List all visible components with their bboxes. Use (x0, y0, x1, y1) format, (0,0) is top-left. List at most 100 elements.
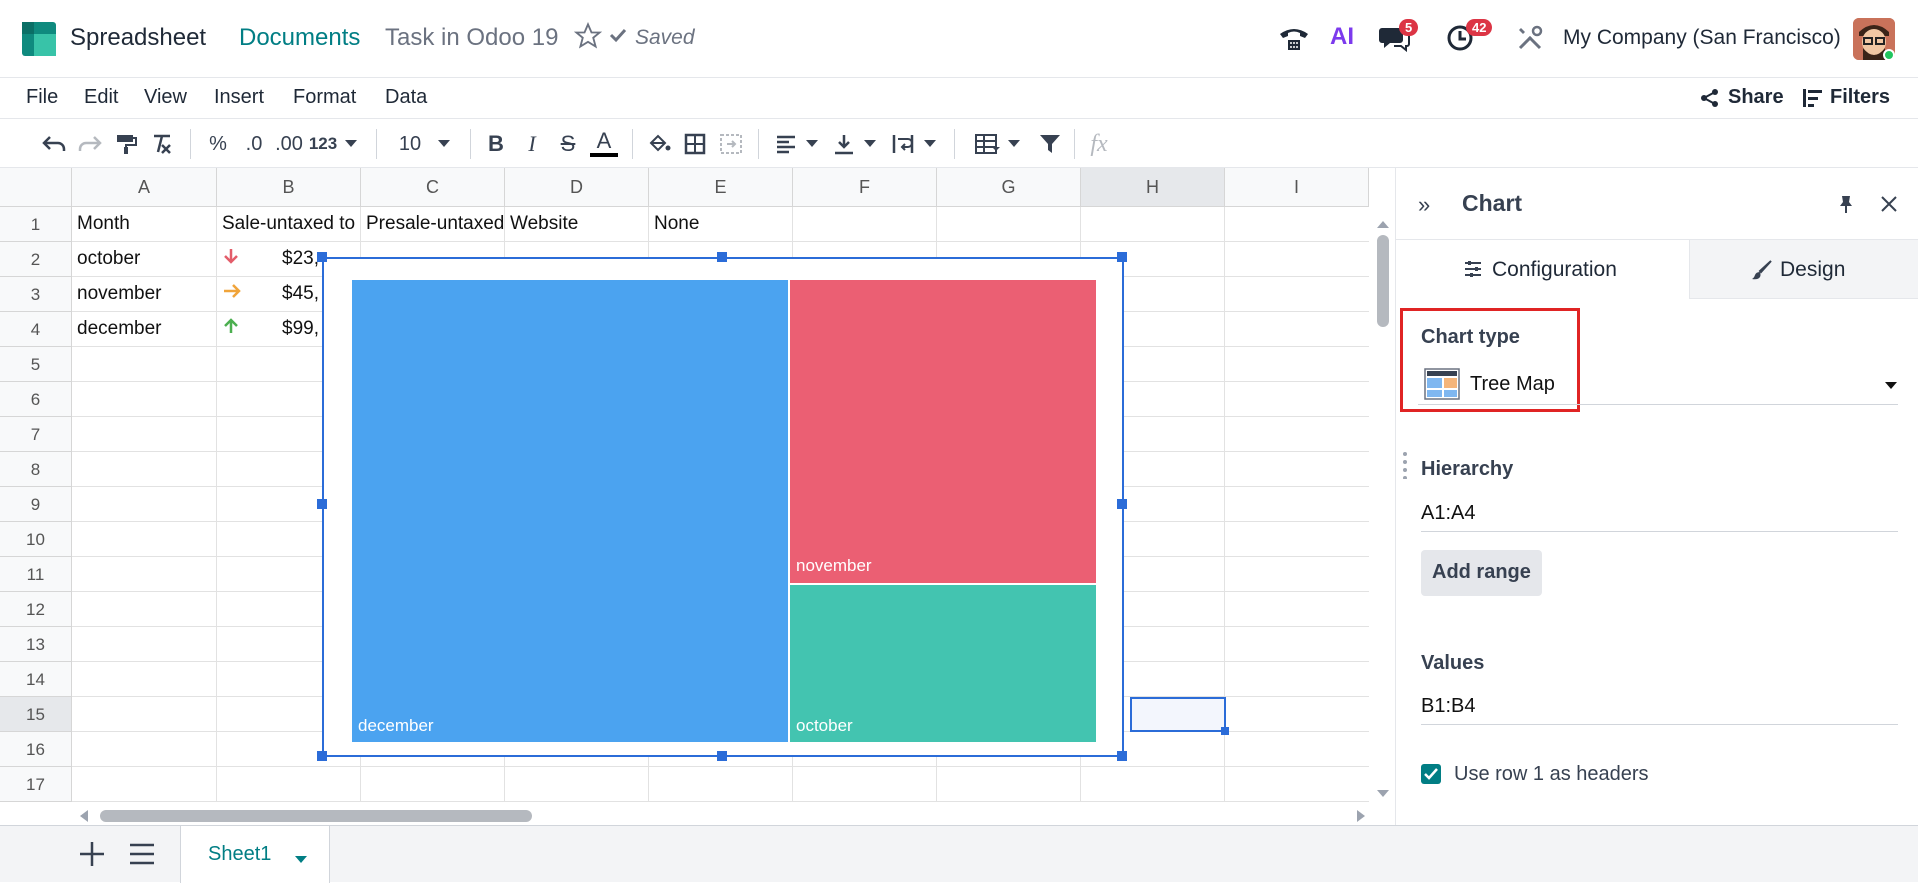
row-header-3[interactable]: 3 (0, 277, 72, 312)
scroll-down-arrow-icon[interactable] (1375, 786, 1391, 797)
treemap-tile-december[interactable] (352, 280, 788, 742)
merge-cells-icon[interactable] (717, 129, 745, 159)
chevron-down-icon[interactable] (342, 129, 360, 159)
vertical-scroll-thumb[interactable] (1377, 235, 1389, 327)
strikethrough-button[interactable]: S (554, 129, 582, 159)
panel-resize-grip-icon[interactable] (1402, 451, 1408, 484)
sheet-list-icon[interactable] (128, 842, 156, 871)
row-header-8[interactable]: 8 (0, 452, 72, 487)
row-header-2[interactable]: 2 (0, 242, 72, 277)
app-name[interactable]: Spreadsheet (70, 24, 206, 52)
hierarchy-range-input[interactable]: A1:A4 (1421, 496, 1898, 532)
scroll-left-arrow-icon[interactable] (78, 808, 90, 824)
ai-icon[interactable]: AI (1330, 23, 1354, 51)
scroll-right-arrow-icon[interactable] (1355, 808, 1367, 824)
chart-resize-handle-top[interactable] (717, 252, 727, 262)
table-format-icon[interactable] (972, 129, 1002, 159)
menu-insert[interactable]: Insert (214, 86, 264, 109)
pin-icon[interactable] (1836, 194, 1856, 219)
chart-resize-handle-top-right[interactable] (1117, 252, 1127, 262)
cell-a2[interactable]: october (72, 242, 217, 277)
filter-icon[interactable] (1036, 129, 1064, 159)
selected-cell-h15[interactable] (1130, 697, 1226, 732)
align-left-icon[interactable] (772, 129, 800, 159)
selection-fill-handle[interactable] (1221, 727, 1229, 735)
format-percent-button[interactable]: % (204, 129, 232, 159)
paint-format-icon[interactable] (112, 129, 140, 159)
text-color-button[interactable]: A (590, 128, 618, 157)
filters-button[interactable]: Filters (1830, 86, 1890, 109)
share-icon[interactable] (1700, 88, 1720, 113)
cell-c1[interactable]: Presale-untaxed (361, 207, 505, 242)
tools-icon[interactable] (1517, 25, 1543, 56)
column-header-d[interactable]: D (505, 168, 649, 207)
spreadsheet-app-icon[interactable] (22, 22, 56, 56)
font-size-chevron-icon[interactable] (435, 129, 453, 159)
scroll-up-arrow-icon[interactable] (1375, 216, 1391, 228)
menu-edit[interactable]: Edit (84, 86, 118, 109)
increase-decimal-button[interactable]: .00 (274, 129, 304, 159)
cell-a4[interactable]: december (72, 312, 217, 347)
add-sheet-icon[interactable] (78, 840, 106, 873)
row-header-11[interactable]: 11 (0, 557, 72, 592)
menu-file[interactable]: File (26, 86, 58, 109)
chart-resize-handle-bottom[interactable] (717, 751, 727, 761)
chart-resize-handle-right[interactable] (1117, 499, 1127, 509)
cell-d1[interactable]: Website (505, 207, 649, 242)
star-icon[interactable] (573, 21, 603, 55)
add-range-button[interactable]: Add range (1421, 550, 1542, 596)
redo-icon[interactable] (76, 129, 104, 159)
filters-icon[interactable] (1802, 87, 1824, 114)
vertical-align-chevron-icon[interactable] (862, 129, 878, 159)
chart-resize-handle-left[interactable] (317, 499, 327, 509)
cell-a1[interactable]: Month (72, 207, 217, 242)
fill-color-icon[interactable] (645, 129, 673, 159)
more-formats-button[interactable]: 123 (308, 129, 338, 159)
row-header-15[interactable]: 15 (0, 697, 72, 732)
menu-data[interactable]: Data (385, 86, 427, 109)
row-header-10[interactable]: 10 (0, 522, 72, 557)
chart-type-select[interactable]: Tree Map (1418, 365, 1898, 405)
horizontal-scroll-thumb[interactable] (100, 810, 532, 822)
values-range-input[interactable]: B1:B4 (1421, 689, 1898, 725)
row-header-12[interactable]: 12 (0, 592, 72, 627)
company-switcher[interactable]: My Company (San Francisco) (1563, 26, 1841, 50)
row-header-7[interactable]: 7 (0, 417, 72, 452)
sheet-tab-chevron-icon[interactable] (295, 851, 307, 869)
column-header-g[interactable]: G (937, 168, 1081, 207)
chart-type-chevron-icon[interactable] (1885, 377, 1897, 395)
borders-icon[interactable] (681, 129, 709, 159)
menu-view[interactable]: View (144, 86, 187, 109)
tab-design[interactable]: Design (1689, 239, 1918, 299)
column-header-b[interactable]: B (217, 168, 361, 207)
column-header-c[interactable]: C (361, 168, 505, 207)
tab-configuration[interactable]: Configuration (1396, 239, 1689, 299)
row-header-16[interactable]: 16 (0, 732, 72, 767)
cell-a3[interactable]: november (72, 277, 217, 312)
cell-b1[interactable]: Sale-untaxed to (217, 207, 361, 242)
chart-resize-handle-bottom-left[interactable] (317, 751, 327, 761)
row-header-5[interactable]: 5 (0, 347, 72, 382)
column-header-e[interactable]: E (649, 168, 793, 207)
row-header-13[interactable]: 13 (0, 627, 72, 662)
document-name[interactable]: Task in Odoo 19 (385, 24, 558, 52)
clear-format-icon[interactable] (148, 129, 176, 159)
collapse-panel-icon[interactable]: » (1418, 192, 1430, 218)
row-header-4[interactable]: 4 (0, 312, 72, 347)
sheet-tab-sheet1[interactable]: Sheet1 (180, 826, 330, 883)
decrease-decimal-button[interactable]: .0 (240, 129, 268, 159)
phone-icon[interactable] (1278, 24, 1310, 57)
cell-e1[interactable]: None (649, 207, 793, 242)
align-chevron-icon[interactable] (804, 129, 820, 159)
undo-icon[interactable] (40, 129, 68, 159)
row-header-17[interactable]: 17 (0, 767, 72, 802)
row-header-14[interactable]: 14 (0, 662, 72, 697)
grid-corner[interactable] (0, 168, 72, 207)
use-headers-checkbox[interactable] (1421, 764, 1441, 784)
italic-button[interactable]: I (518, 129, 546, 159)
breadcrumb-documents[interactable]: Documents (239, 24, 360, 52)
wrap-text-icon[interactable] (890, 129, 918, 159)
bold-button[interactable]: B (482, 129, 510, 159)
treemap-tile-november[interactable] (790, 280, 1096, 583)
table-chevron-icon[interactable] (1006, 129, 1022, 159)
